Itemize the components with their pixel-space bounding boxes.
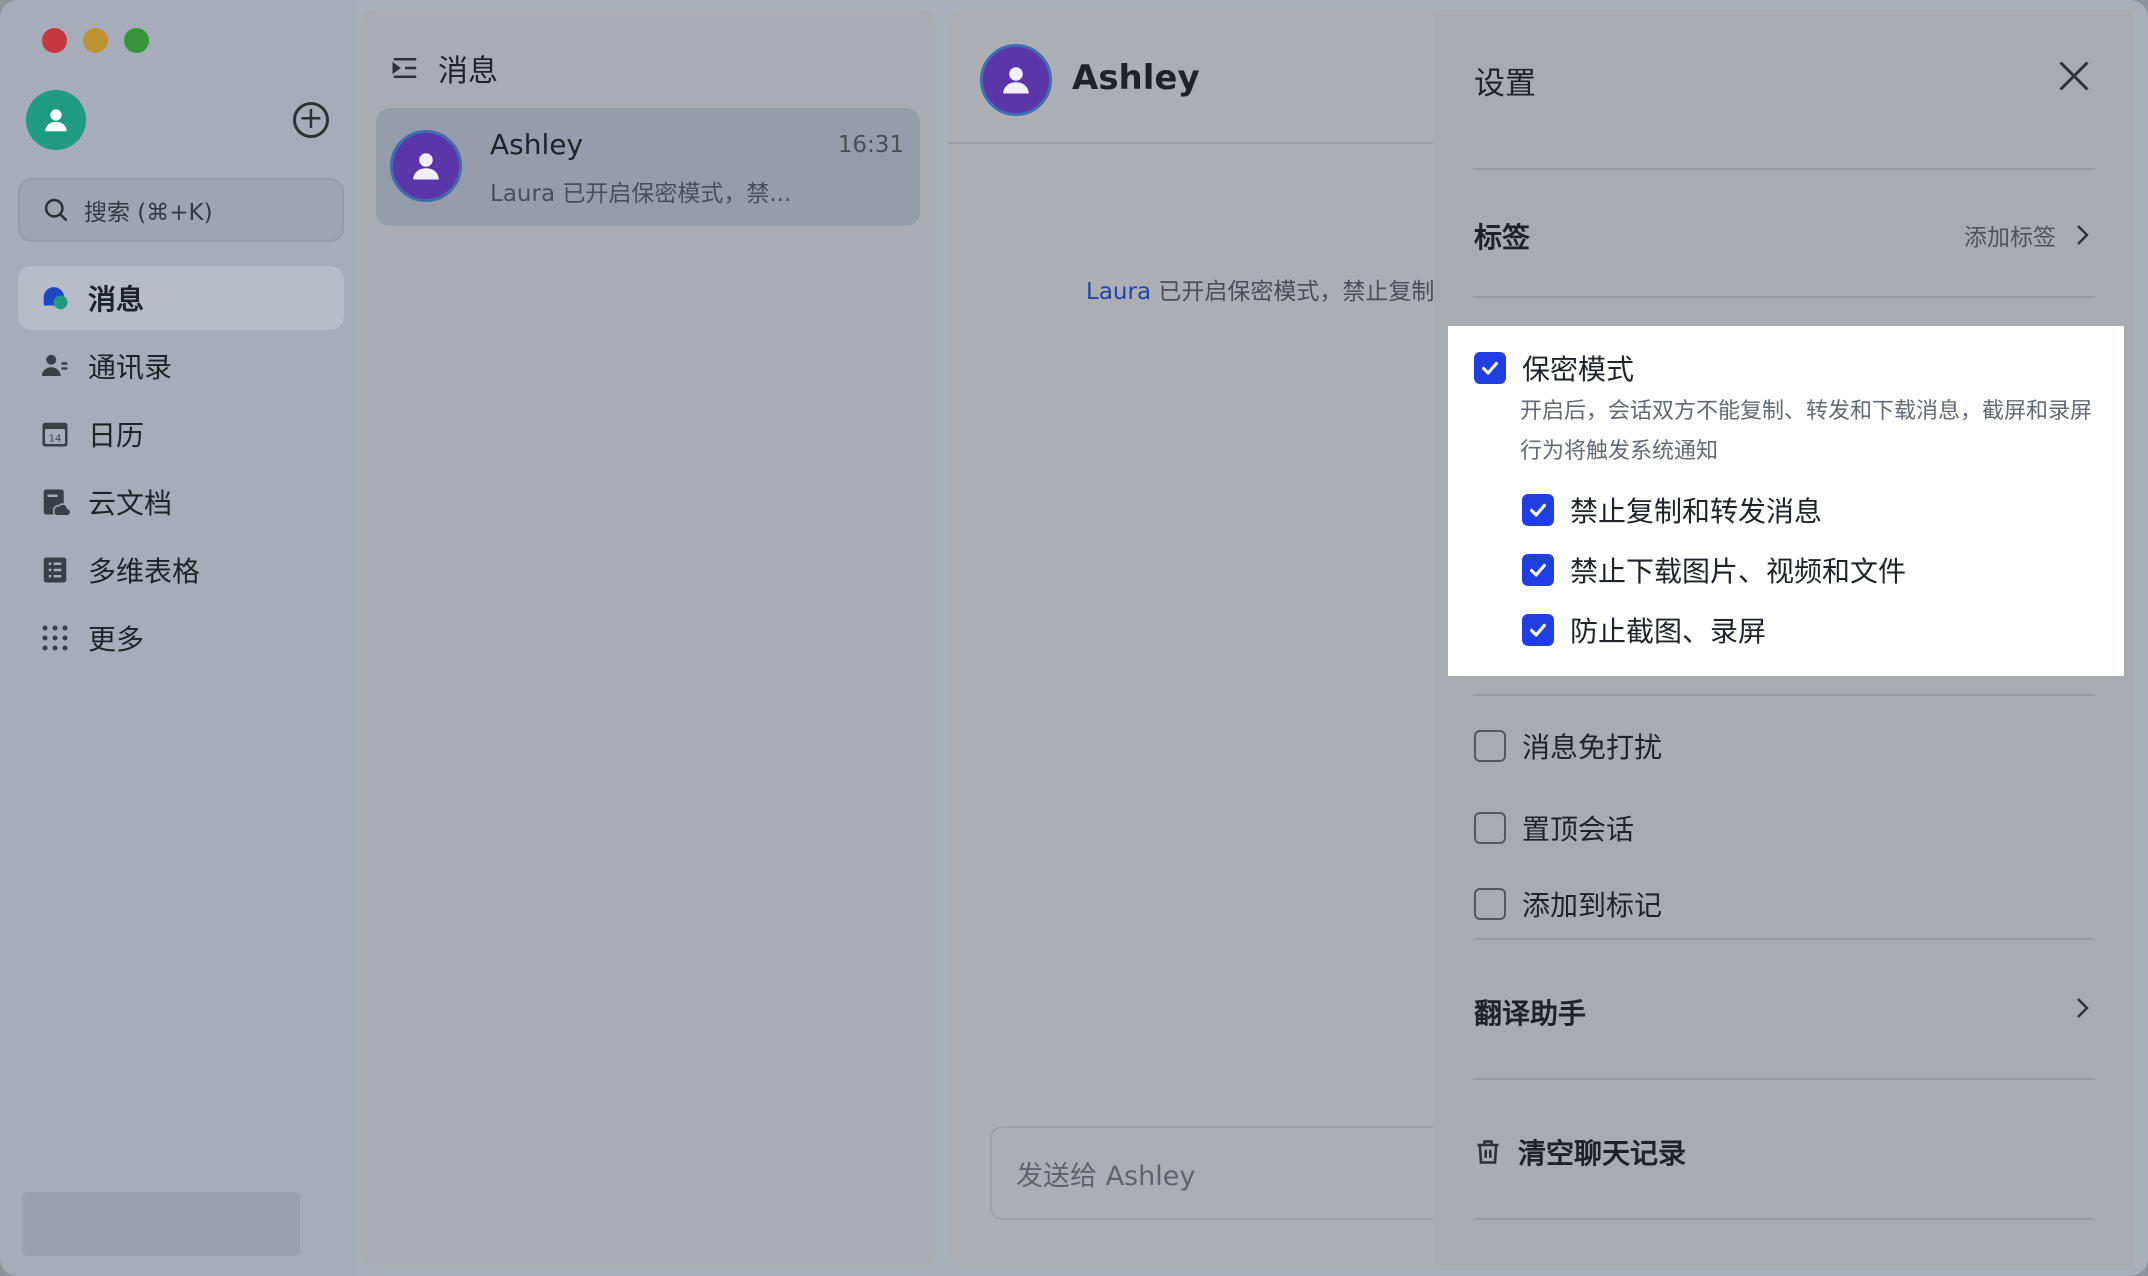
checkbox[interactable] [1522,554,1554,586]
pin-chat-toggle[interactable]: 置顶会话 [1474,808,1634,848]
nav-item-docs[interactable]: 云文档 [18,470,344,534]
chat-preview: Laura 已开启保密模式，禁... [490,181,792,207]
no-copy-forward-toggle[interactable]: 禁止复制和转发消息 [1522,490,1822,530]
clear-history-label: 清空聊天记录 [1518,1137,1687,1170]
search-icon [44,198,68,222]
checkbox-label: 防止截图、录屏 [1570,615,1767,648]
cloud-doc-icon [40,487,70,517]
left-sidebar: + 搜索 (⌘+K) 消息 通讯录 14 日历 云文档 多维表格 更多 [0,0,356,1276]
checkbox[interactable] [1474,352,1506,384]
grid-dots-icon [40,623,70,653]
blurred-footer [22,1192,300,1256]
nav-item-label: 云文档 [88,487,173,520]
contact-avatar [390,130,462,202]
chat-bubble-icon [40,283,70,313]
check-icon [1482,361,1498,375]
svg-text:14: 14 [49,434,62,445]
divider [1474,1218,2094,1220]
add-tag-label: 添加标签 [1964,225,2056,251]
translate-assistant-label[interactable]: 翻译助手 [1474,992,1586,1032]
user-avatar[interactable] [26,90,86,150]
system-message-text: 已开启保密模式，禁止复制 [1151,279,1435,305]
divider [1474,296,2094,298]
add-tag-button[interactable]: 添加标签 [1964,218,2094,252]
plus-icon: + [298,100,324,136]
person-icon [45,109,67,132]
checkbox[interactable] [1522,494,1554,526]
create-new-button[interactable]: + [293,102,329,138]
calendar-icon: 14 [40,419,70,449]
add-to-flag-toggle[interactable]: 添加到标记 [1474,884,1662,924]
secure-mode-section: 保密模式 开启后，会话双方不能复制、转发和下载消息，截屏和录屏行为将触发系统通知… [1448,326,2124,676]
checkbox[interactable] [1522,614,1554,646]
nav-item-label: 消息 [88,283,145,316]
collapse-list-icon[interactable] [390,53,420,83]
do-not-disturb-toggle[interactable]: 消息免打扰 [1474,726,1662,766]
secure-mode-toggle[interactable]: 保密模式 [1474,348,1634,388]
person-icon [1003,67,1029,94]
check-icon [1530,623,1546,637]
trash-icon [1477,1140,1499,1164]
nav-item-calendar[interactable]: 14 日历 [18,402,344,466]
person-icon [413,153,439,180]
chat-list-header: 消息 [390,46,498,90]
chat-list-item[interactable]: Ashley 16:31 Laura 已开启保密模式，禁... [376,108,920,226]
close-window-button[interactable] [42,28,67,53]
message-input-placeholder: 发送给 Ashley [1016,1160,1196,1192]
divider [1474,168,2094,170]
close-icon[interactable] [2056,58,2092,94]
translate-assistant-button[interactable] [2070,996,2094,1020]
tags-label: 标签 [1474,221,1531,254]
check-icon [1530,563,1546,577]
nav-item-label: 多维表格 [88,555,201,588]
nav-item-messages[interactable]: 消息 [18,266,344,330]
conversation-title[interactable]: Ashley [1072,58,1200,98]
chat-name: Ashley [490,128,584,161]
search-input[interactable]: 搜索 (⌘+K) [18,178,344,242]
checkbox-label: 置顶会话 [1522,813,1635,846]
app-window: + 搜索 (⌘+K) 消息 通讯录 14 日历 云文档 多维表格 更多 消息 A… [0,0,2148,1276]
check-icon [1530,503,1546,517]
nav-list: 消息 通讯录 14 日历 云文档 多维表格 更多 [18,266,344,674]
chevron-right-icon [2077,998,2089,1018]
checkbox-label: 消息免打扰 [1522,731,1663,764]
system-message-user[interactable]: Laura [1086,279,1151,305]
settings-title: 设置 [1474,66,1536,102]
checkbox-label: 保密模式 [1522,353,1635,386]
minimize-window-button[interactable] [83,28,108,53]
no-screenshot-toggle[interactable]: 防止截图、录屏 [1522,610,1766,650]
checkbox[interactable] [1474,812,1506,844]
chat-time: 16:31 [837,132,904,158]
system-message: Laura 已开启保密模式，禁止复制 [1086,272,1434,306]
nav-item-contacts[interactable]: 通讯录 [18,334,344,398]
nav-item-label: 通讯录 [88,351,173,384]
checkbox[interactable] [1474,888,1506,920]
search-placeholder: 搜索 (⌘+K) [84,200,213,226]
nav-item-label: 更多 [88,623,145,656]
chat-list-title: 消息 [438,54,498,89]
checkbox-label: 添加到标记 [1522,889,1663,922]
checkbox-label: 禁止复制和转发消息 [1570,495,1823,528]
checkbox-label: 禁止下载图片、视频和文件 [1570,555,1907,588]
nav-item-base[interactable]: 多维表格 [18,538,344,602]
nav-item-label: 日历 [88,419,145,452]
contact-avatar[interactable] [980,44,1052,116]
contacts-icon [40,351,70,381]
divider [1474,938,2094,940]
chevron-right-icon [2077,225,2089,245]
checkbox[interactable] [1474,730,1506,762]
no-download-toggle[interactable]: 禁止下载图片、视频和文件 [1522,550,1906,590]
divider [1474,694,2094,696]
divider [1474,1078,2094,1080]
nav-item-more[interactable]: 更多 [18,606,344,670]
window-controls [42,28,149,53]
maximize-window-button[interactable] [124,28,149,53]
base-table-icon [40,555,70,585]
chat-list-panel: 消息 Ashley 16:31 Laura 已开启保密模式，禁... [360,10,936,1266]
secure-mode-description: 开启后，会话双方不能复制、转发和下载消息，截屏和录屏行为将触发系统通知 [1520,399,2093,464]
clear-history-button[interactable]: 清空聊天记录 [1474,1132,1686,1172]
